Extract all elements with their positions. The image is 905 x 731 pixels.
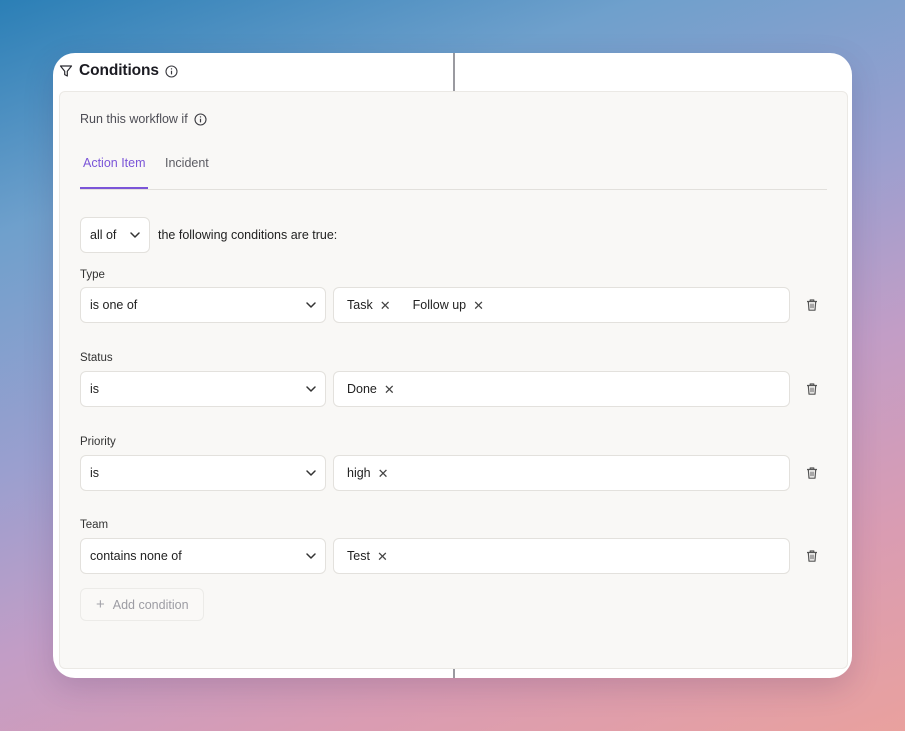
- conditions-panel: Run this workflow if Action Item Inciden…: [59, 91, 848, 669]
- trash-icon[interactable]: [804, 297, 820, 313]
- add-condition-button[interactable]: + Add condition: [80, 588, 204, 621]
- conditions-header: Conditions: [59, 59, 178, 83]
- chevron-down-icon: [129, 229, 141, 241]
- match-mode-select[interactable]: all of: [80, 217, 150, 253]
- value-input-status[interactable]: Done ✕: [333, 371, 790, 407]
- operator-select-type[interactable]: is one of: [80, 287, 326, 323]
- pane-divider: [453, 53, 455, 91]
- operator-select-priority[interactable]: is: [80, 455, 326, 491]
- close-icon[interactable]: ✕: [473, 299, 484, 312]
- info-icon[interactable]: [194, 112, 207, 126]
- operator-value: contains none of: [90, 549, 182, 563]
- condition-label-status: Status: [80, 352, 113, 364]
- trash-icon[interactable]: [804, 381, 820, 397]
- condition-tabs: Action Item Incident: [80, 150, 827, 190]
- match-mode-value: all of: [90, 228, 117, 242]
- run-workflow-label: Run this workflow if: [80, 112, 207, 126]
- tab-incident[interactable]: Incident: [165, 156, 209, 189]
- add-condition-label: Add condition: [112, 597, 189, 612]
- condition-label-team: Team: [80, 519, 109, 531]
- value-chip: Follow up ✕: [413, 298, 484, 312]
- chevron-down-icon: [305, 383, 317, 395]
- chevron-down-icon: [305, 550, 317, 562]
- chip-label: high: [347, 466, 371, 480]
- condition-label-type: Type: [80, 269, 105, 281]
- filter-icon: [59, 64, 73, 78]
- operator-value: is: [90, 466, 100, 480]
- value-chip: Done ✕: [347, 382, 395, 396]
- close-icon[interactable]: ✕: [377, 550, 388, 563]
- close-icon[interactable]: ✕: [380, 299, 391, 312]
- plus-icon: +: [96, 596, 105, 613]
- chevron-down-icon: [305, 299, 317, 311]
- operator-select-status[interactable]: is: [80, 371, 326, 407]
- chevron-down-icon: [305, 467, 317, 479]
- trash-icon[interactable]: [804, 548, 820, 564]
- match-row: all of the following conditions are true…: [80, 217, 337, 253]
- value-chip: Task ✕: [347, 298, 391, 312]
- close-icon[interactable]: ✕: [378, 467, 389, 480]
- chip-label: Test: [347, 549, 370, 563]
- run-workflow-text: Run this workflow if: [80, 112, 188, 126]
- value-input-type[interactable]: Task ✕ Follow up ✕: [333, 287, 790, 323]
- value-chip: high ✕: [347, 466, 389, 480]
- operator-value: is: [90, 382, 100, 396]
- condition-label-priority: Priority: [80, 436, 116, 448]
- operator-select-team[interactable]: contains none of: [80, 538, 326, 574]
- value-input-team[interactable]: Test ✕: [333, 538, 790, 574]
- conditions-window: Conditions Run this workflow if Action I…: [53, 53, 852, 678]
- chip-label: Task: [347, 298, 373, 312]
- conditions-title: Conditions: [79, 62, 159, 79]
- tab-action-item[interactable]: Action Item: [80, 156, 148, 189]
- trash-icon[interactable]: [804, 465, 820, 481]
- chip-label: Follow up: [412, 298, 467, 312]
- info-icon[interactable]: [165, 64, 178, 78]
- value-input-priority[interactable]: high ✕: [333, 455, 790, 491]
- match-text: the following conditions are true:: [158, 228, 338, 242]
- operator-value: is one of: [90, 298, 138, 312]
- close-icon[interactable]: ✕: [384, 383, 395, 396]
- chip-label: Done: [347, 382, 377, 396]
- value-chip: Test ✕: [347, 549, 388, 563]
